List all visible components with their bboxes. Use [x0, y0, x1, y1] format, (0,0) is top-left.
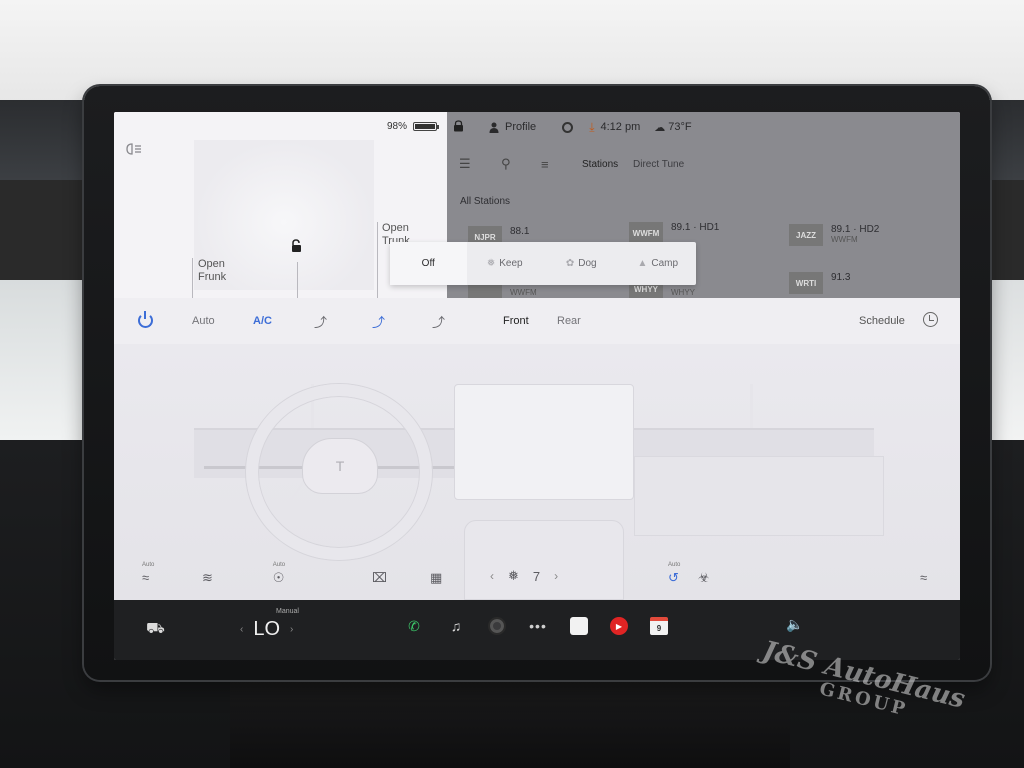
- car-icon[interactable]: ⛟: [146, 620, 165, 639]
- outside-temperature: 73°F: [668, 121, 692, 133]
- headlight-icon[interactable]: [124, 142, 144, 156]
- station-callsign: WWFM: [831, 235, 858, 244]
- recirc-auto-label: Auto: [668, 562, 681, 568]
- paw-icon: ✿: [565, 258, 575, 269]
- unlock-icon[interactable]: [289, 239, 303, 258]
- bottom-bar: ⛟ Manual ‹ LO › ✆ ♫ ••• ▶ 9 🔈: [114, 600, 960, 660]
- profile-button[interactable]: Profile: [489, 121, 536, 133]
- clock-icon[interactable]: [923, 312, 938, 327]
- driver-seat-heater-icon[interactable]: Auto ≈: [142, 562, 154, 585]
- fan-increase-chevron-icon[interactable]: ›: [554, 569, 558, 583]
- fan-decrease-chevron-icon[interactable]: ‹: [490, 569, 494, 583]
- profile-label: Profile: [505, 121, 537, 133]
- weather-cloud-icon: ☁: [654, 121, 666, 134]
- radio-source-icon[interactable]: ☰: [459, 156, 471, 172]
- auto-button[interactable]: Auto: [192, 315, 215, 327]
- passenger-seat-heater-icon[interactable]: ≈: [920, 570, 927, 585]
- search-icon[interactable]: ⚲: [501, 156, 511, 172]
- airflow-feet-icon[interactable]: ⤴: [372, 312, 385, 331]
- toybox-icon[interactable]: [570, 617, 588, 635]
- recirculation-icon[interactable]: Auto ↺: [668, 562, 680, 586]
- tab-front[interactable]: Front: [503, 315, 529, 327]
- climate-toolbar: Auto A/C ⤴ ⤴ ⤴ Front Rear Schedule: [114, 298, 960, 344]
- temp-mode-label: Manual: [276, 608, 299, 615]
- list-icon[interactable]: ≡: [541, 157, 549, 172]
- station-callsign: WHYY: [671, 288, 695, 297]
- media-tabs: ☰ ⚲ ≡ Stations Direct Tune: [447, 150, 960, 178]
- battery-icon: [413, 122, 439, 131]
- touchscreen: 98% Open Frunk Open Trunk Profile ⤓ 4:12…: [114, 112, 960, 660]
- tesla-logo: T: [335, 458, 345, 474]
- sentry-icon[interactable]: [562, 121, 574, 133]
- fan-speed-control: ‹ ❅ 7 ›: [490, 568, 558, 584]
- mode-off-button[interactable]: Off: [390, 242, 467, 285]
- open-frunk-button[interactable]: Open Frunk: [192, 258, 226, 298]
- station-item[interactable]: WWFM 89.1 · HD1: [629, 222, 719, 244]
- tent-icon: ▲: [637, 258, 648, 269]
- station-frequency: 89.1 · HD2: [831, 224, 880, 235]
- station-logo: JAZZ: [789, 224, 823, 246]
- temp-decrease-chevron-icon[interactable]: ‹: [240, 624, 243, 635]
- schedule-button[interactable]: Schedule: [859, 315, 905, 327]
- tab-stations[interactable]: Stations: [582, 159, 618, 170]
- station-frequency: 89.1 · HD1: [671, 222, 720, 233]
- music-icon[interactable]: ♫: [446, 616, 466, 636]
- volume-icon[interactable]: 🔈: [786, 616, 803, 633]
- app-dock: ✆ ♫ ••• ▶ 9: [404, 616, 668, 636]
- center-display-illustration: [454, 384, 634, 500]
- download-icon[interactable]: ⤓: [589, 120, 594, 135]
- clock-time: 4:12 pm: [600, 121, 641, 133]
- battery-percent: 98%: [386, 121, 407, 132]
- station-item[interactable]: JAZZ 89.1 · HD2 WWFM: [789, 224, 879, 246]
- cabin-temperature-control: Manual ‹ LO ›: [240, 608, 299, 641]
- temp-increase-chevron-icon[interactable]: ›: [290, 624, 293, 635]
- rear-defrost-icon[interactable]: ▦: [430, 570, 442, 586]
- station-item[interactable]: WRTI 91.3: [789, 272, 850, 294]
- mode-keep-button[interactable]: ❅ Keep: [467, 242, 544, 285]
- fan-icon: ❅: [486, 258, 496, 269]
- status-bar: Profile ⤓ 4:12 pm ☁ 73°F: [447, 112, 960, 142]
- ac-button[interactable]: A/C: [253, 315, 272, 327]
- front-defrost-icon[interactable]: ⌧: [372, 570, 387, 586]
- passenger-dash: [634, 456, 884, 536]
- tab-rear[interactable]: Rear: [557, 315, 581, 327]
- rear-seat-heater-icon[interactable]: ≋: [202, 570, 213, 586]
- battery-indicator: 98%: [386, 121, 439, 132]
- calendar-icon[interactable]: 9: [650, 617, 668, 635]
- steering-hub: T: [302, 438, 378, 494]
- person-icon: [489, 122, 499, 133]
- youtube-music-icon[interactable]: ▶: [610, 617, 628, 635]
- phone-icon[interactable]: ✆: [404, 616, 424, 636]
- airflow-face-icon[interactable]: ⤴: [314, 312, 327, 331]
- power-icon[interactable]: [138, 311, 153, 328]
- station-frequency: 88.1: [510, 226, 530, 237]
- steering-heater-icon[interactable]: Auto ☉: [273, 562, 285, 586]
- lock-icon[interactable]: [453, 119, 465, 135]
- mode-dog-button[interactable]: ✿ Dog: [543, 242, 620, 285]
- station-logo: WRTI: [789, 272, 823, 294]
- climate-panel: Auto A/C ⤴ ⤴ ⤴ Front Rear Schedule T Aut…: [114, 298, 960, 600]
- battery-fill: [415, 124, 435, 129]
- mode-camp-button[interactable]: ▲ Camp: [620, 242, 697, 285]
- airflow-windshield-icon[interactable]: ⤴: [432, 312, 445, 331]
- temperature-value[interactable]: LO: [253, 618, 280, 641]
- climate-controls-row: Auto ≈ ≋ Auto ☉ ⌧ ▦ ‹ ❅ 7 › Auto ↺ ☣ ≈: [114, 556, 960, 600]
- more-apps-icon[interactable]: •••: [528, 616, 548, 636]
- seat-auto-label: Auto: [142, 562, 155, 568]
- fan-speed-value: 7: [532, 568, 541, 584]
- wheel-auto-label: Auto: [272, 562, 286, 568]
- door-divider: [297, 262, 298, 298]
- all-stations-heading: All Stations: [460, 196, 511, 207]
- climate-keeper-popup: Off ❅ Keep ✿ Dog ▲ Camp: [390, 242, 696, 285]
- bioweapon-defense-icon[interactable]: ☣: [698, 570, 710, 586]
- photo-console: [230, 680, 790, 768]
- tab-direct-tune[interactable]: Direct Tune: [633, 159, 684, 170]
- station-frequency: 91.3: [831, 272, 851, 283]
- camera-icon[interactable]: [488, 617, 506, 635]
- station-logo: WWFM: [629, 222, 663, 244]
- weather-display: ☁ 73°F: [654, 121, 691, 134]
- fan-icon: ❅: [508, 568, 519, 583]
- station-callsign: WWFM: [510, 288, 537, 297]
